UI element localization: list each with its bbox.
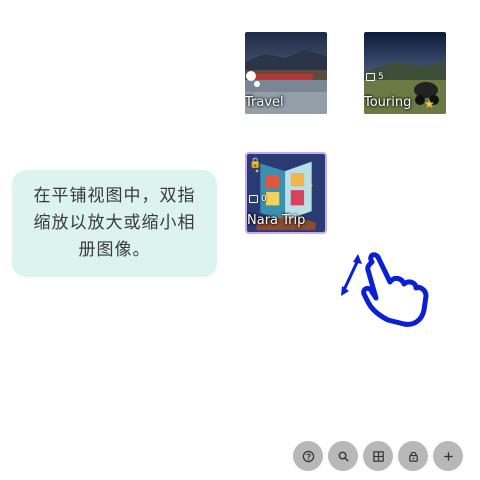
- photo-count: 5: [366, 72, 384, 82]
- album-title: Nara Trip: [247, 213, 306, 228]
- photo-count: 0: [249, 194, 267, 204]
- help-icon: [302, 450, 314, 462]
- lock-icon: 🔒: [249, 158, 262, 169]
- lock-button[interactable]: [398, 441, 428, 471]
- plus-icon: [443, 451, 453, 461]
- search-icon: [338, 451, 349, 462]
- photo-count-value: 0: [261, 194, 267, 204]
- album-nara-trip[interactable]: ✦ ✦ 🔒 0 Nara Trip: [245, 152, 327, 234]
- svg-text:✦: ✦: [308, 182, 314, 190]
- album-title: Touring: [364, 95, 412, 110]
- photo-icon: [249, 195, 258, 203]
- photo-icon: [366, 73, 375, 81]
- photo-count-value: 5: [378, 72, 384, 82]
- svg-text:✦: ✦: [255, 168, 260, 175]
- grid-view-button[interactable]: [363, 441, 393, 471]
- pinch-zoom-tip: 在平铺视图中，双指缩放以放大或缩小相册图像。: [12, 170, 217, 277]
- help-button[interactable]: [293, 441, 323, 471]
- grid-icon: [372, 450, 384, 462]
- search-button[interactable]: [328, 441, 358, 471]
- tip-text: 在平铺视图中，双指缩放以放大或缩小相册图像。: [33, 186, 196, 260]
- add-album-button[interactable]: [433, 441, 463, 471]
- album-touring[interactable]: ★ 5 Touring: [364, 32, 446, 114]
- lock-icon: [408, 451, 418, 462]
- album-travel[interactable]: Travel: [245, 32, 327, 114]
- album-title: Travel: [245, 95, 284, 110]
- bottom-toolbar: [293, 441, 463, 471]
- pinch-gesture-icon: [341, 252, 429, 327]
- svg-text:★: ★: [424, 97, 435, 111]
